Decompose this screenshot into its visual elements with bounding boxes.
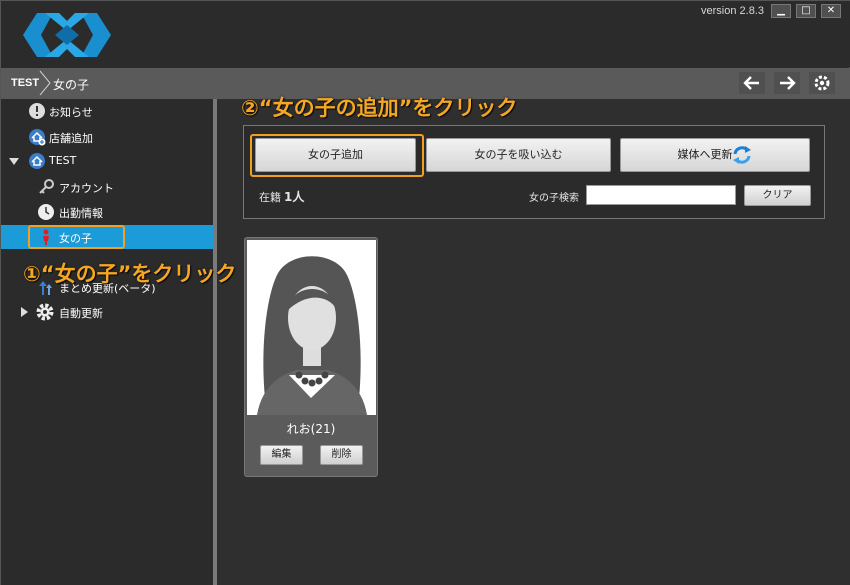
update-media-button[interactable]: 媒体へ更新 (620, 138, 810, 172)
collapse-triangle-icon[interactable] (21, 307, 29, 317)
minimize-icon: ▁ (777, 5, 785, 16)
gear-icon (36, 303, 54, 321)
minimize-button[interactable]: ▁ (771, 4, 791, 18)
profile-placeholder-image (247, 240, 376, 415)
settings-gear-icon[interactable] (809, 72, 835, 94)
girl-search-input[interactable] (586, 185, 736, 205)
refresh-icon (733, 146, 751, 164)
sidebar: お知らせ 店舗追加 TEST アカウント 出勤情報 女の子 まとめ更新(ベータ)… (1, 99, 213, 585)
breadcrumb-separator-icon (39, 70, 51, 96)
expand-triangle-icon[interactable] (9, 158, 19, 166)
annotation-step-2: ②“女の子の追加”をクリック (241, 96, 518, 120)
sidebar-item-auto-update[interactable]: 自動更新 (1, 300, 213, 324)
sidebar-item-news[interactable]: お知らせ (1, 99, 213, 123)
girl-card[interactable]: れお(21) 編集 削除 (244, 237, 378, 477)
update-media-label: 媒体へ更新 (677, 148, 733, 161)
enrolled-label: 在籍 (259, 191, 281, 204)
callout-add-girl (250, 134, 424, 177)
girl-card-name: れお(21) (286, 422, 336, 436)
enrolled-count: 1人 (284, 190, 305, 204)
callout-girls-item (28, 225, 125, 249)
sidebar-item-label: TEST (49, 154, 77, 167)
info-icon (29, 103, 45, 119)
maximize-button[interactable]: □ (796, 4, 816, 18)
key-icon (39, 179, 54, 194)
delete-button[interactable]: 削除 (320, 445, 363, 465)
breadcrumb-current: 女の子 (53, 78, 90, 92)
annotation-step-1: ①“女の子”をクリック (23, 262, 237, 286)
sidebar-item-test[interactable]: TEST (1, 149, 213, 173)
title-bar: version 2.8.3 ▁ □ ✕ (1, 1, 850, 67)
close-icon: ✕ (826, 5, 836, 16)
sidebar-item-add-store[interactable]: 店舗追加 (1, 125, 213, 149)
import-girls-button[interactable]: 女の子を吸い込む (426, 138, 611, 172)
sidebar-item-label: 出勤情報 (59, 207, 103, 220)
sidebar-item-label: 店舗追加 (49, 132, 93, 145)
close-button[interactable]: ✕ (821, 4, 841, 18)
app-window: version 2.8.3 ▁ □ ✕ TEST 女の子 お知らせ 店舗追加 T… (0, 0, 850, 585)
clear-button[interactable]: クリア (744, 185, 811, 206)
sidebar-item-account[interactable]: アカウント (1, 175, 213, 199)
arrow-right-icon[interactable] (774, 72, 800, 94)
app-logo (23, 13, 111, 57)
maximize-icon: □ (801, 5, 811, 16)
home-icon (29, 153, 45, 169)
clock-icon (38, 204, 54, 220)
sidebar-item-label: お知らせ (49, 106, 93, 119)
version-label: version 2.8.3 (701, 5, 764, 17)
sidebar-item-label: 自動更新 (59, 307, 103, 320)
breadcrumb-root[interactable]: TEST (11, 77, 39, 89)
arrow-left-icon[interactable] (739, 72, 765, 94)
add-home-icon (29, 129, 46, 146)
edit-button[interactable]: 編集 (260, 445, 303, 465)
sidebar-item-label: アカウント (59, 182, 114, 195)
sidebar-item-attendance[interactable]: 出勤情報 (1, 200, 213, 224)
search-label: 女の子検索 (529, 193, 579, 204)
